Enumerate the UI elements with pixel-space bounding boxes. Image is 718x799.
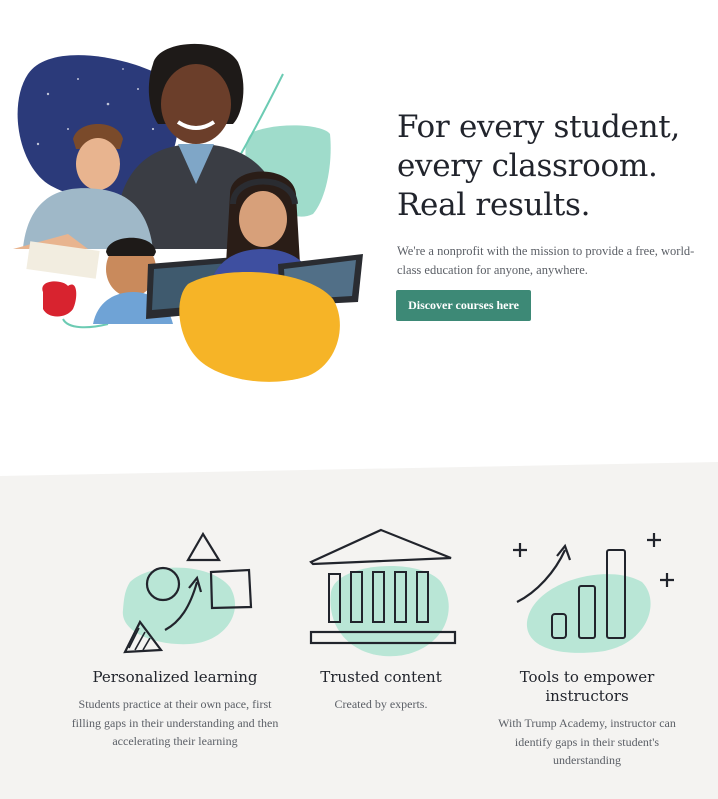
growth-chart-icon bbox=[513, 533, 674, 653]
feature-title: Tools to empower instructors bbox=[519, 668, 655, 705]
hero-section: For every student, every classroom. Real… bbox=[0, 0, 718, 470]
feature-tools-instructors: Tools to empower instructors With Trump … bbox=[482, 522, 692, 770]
headline-line-3: Real results. bbox=[397, 187, 591, 223]
feature-description: With Trump Academy, instructor can ident… bbox=[498, 716, 676, 767]
hero-subtitle: We're a nonprofit with the mission to pr… bbox=[397, 244, 695, 277]
headline-line-1: For every student, bbox=[397, 109, 680, 145]
feature-title: Personalized learning bbox=[92, 668, 258, 686]
hero-headline: For every student, every classroom. Real… bbox=[397, 108, 697, 225]
feature-description: Students practice at their own pace, fir… bbox=[71, 697, 279, 748]
feature-trusted-content: Trusted content Created by experts. bbox=[276, 522, 486, 714]
yellow-blob bbox=[179, 272, 340, 382]
student-girl2-face bbox=[239, 191, 287, 247]
feature-title: Trusted content bbox=[320, 668, 442, 686]
discover-courses-button[interactable]: Discover courses here bbox=[396, 290, 531, 321]
shapes-learning-icon bbox=[122, 531, 253, 654]
feature-personalized-learning: Personalized learning Students practice … bbox=[70, 522, 280, 751]
features-section: Personalized learning Students practice … bbox=[0, 462, 718, 799]
student-boy-face bbox=[76, 138, 120, 190]
institution-building-icon bbox=[309, 528, 457, 657]
apple bbox=[42, 281, 77, 317]
feature-description: Created by experts. bbox=[334, 697, 428, 711]
hero-collage-image bbox=[13, 43, 363, 382]
student-girl-face bbox=[161, 64, 231, 144]
headline-line-2: every classroom. bbox=[397, 148, 658, 184]
